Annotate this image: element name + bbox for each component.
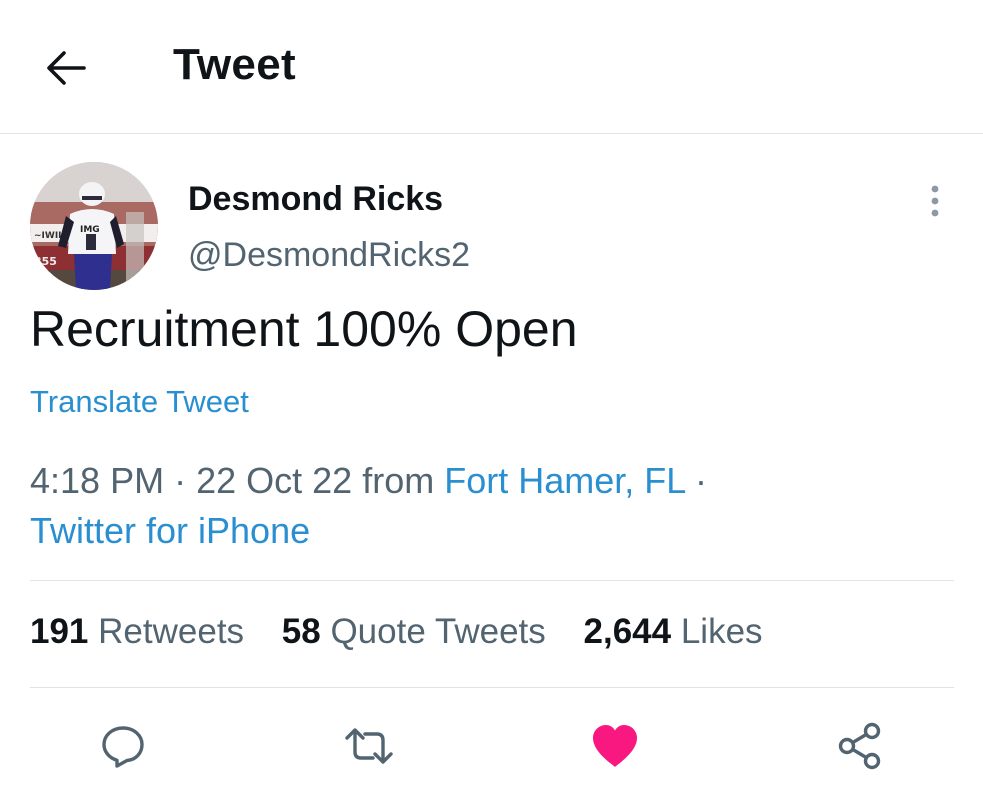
like-icon xyxy=(593,725,637,767)
quote-tweets-count: 58 xyxy=(281,612,321,651)
more-options-button[interactable] xyxy=(914,180,956,222)
likes-label: Likes xyxy=(680,612,763,651)
avatar[interactable]: ~IWIL 355 IMG xyxy=(30,162,158,290)
reply-icon xyxy=(102,726,144,768)
reply-button[interactable] xyxy=(95,718,151,774)
tweet-date: 22 Oct 22 xyxy=(196,460,353,501)
retweets-label: Retweets xyxy=(98,612,245,651)
more-vertical-icon xyxy=(931,185,939,217)
tweet-metadata: 4:18 PM · 22 Oct 22 from Fort Hamer, FL … xyxy=(30,456,960,556)
arrow-left-icon xyxy=(47,51,86,85)
svg-text:355: 355 xyxy=(34,255,57,268)
location-link[interactable]: Fort Hamer, FL xyxy=(444,460,685,501)
from-label: from xyxy=(362,460,435,501)
share-icon xyxy=(838,722,881,770)
likes-stat[interactable]: 2,644 Likes xyxy=(584,612,763,652)
like-button[interactable] xyxy=(587,718,643,774)
back-button[interactable] xyxy=(38,44,94,92)
avatar-photo: ~IWIL 355 IMG xyxy=(30,162,158,290)
meta-separator: · xyxy=(174,460,187,501)
tweet-text: Recruitment 100% Open xyxy=(30,301,578,357)
author-name[interactable]: Desmond Ricks xyxy=(188,180,443,219)
source-link[interactable]: Twitter for iPhone xyxy=(30,510,310,551)
avatar-jersey-text: IMG xyxy=(80,225,100,235)
quote-tweets-label: Quote Tweets xyxy=(330,612,546,651)
retweet-button[interactable] xyxy=(341,718,397,774)
retweet-icon xyxy=(345,728,393,764)
page-title: Tweet xyxy=(173,40,296,89)
translate-tweet-link[interactable]: Translate Tweet xyxy=(30,384,249,420)
share-button[interactable] xyxy=(832,718,888,774)
tweet-stats: 191 Retweets 58 Quote Tweets 2,644 Likes xyxy=(30,612,791,652)
likes-count: 2,644 xyxy=(583,612,672,651)
divider xyxy=(30,687,954,688)
quote-tweets-stat[interactable]: 58 Quote Tweets xyxy=(282,612,546,652)
svg-text:~IWIL: ~IWIL xyxy=(34,231,64,241)
meta-separator: · xyxy=(694,460,707,501)
author-handle[interactable]: @DesmondRicks2 xyxy=(188,236,470,275)
retweets-stat[interactable]: 191 Retweets xyxy=(30,612,244,652)
tweet-time: 4:18 PM xyxy=(30,460,165,501)
retweets-count: 191 xyxy=(30,612,89,651)
top-bar: Tweet xyxy=(0,0,983,134)
divider xyxy=(30,580,954,581)
